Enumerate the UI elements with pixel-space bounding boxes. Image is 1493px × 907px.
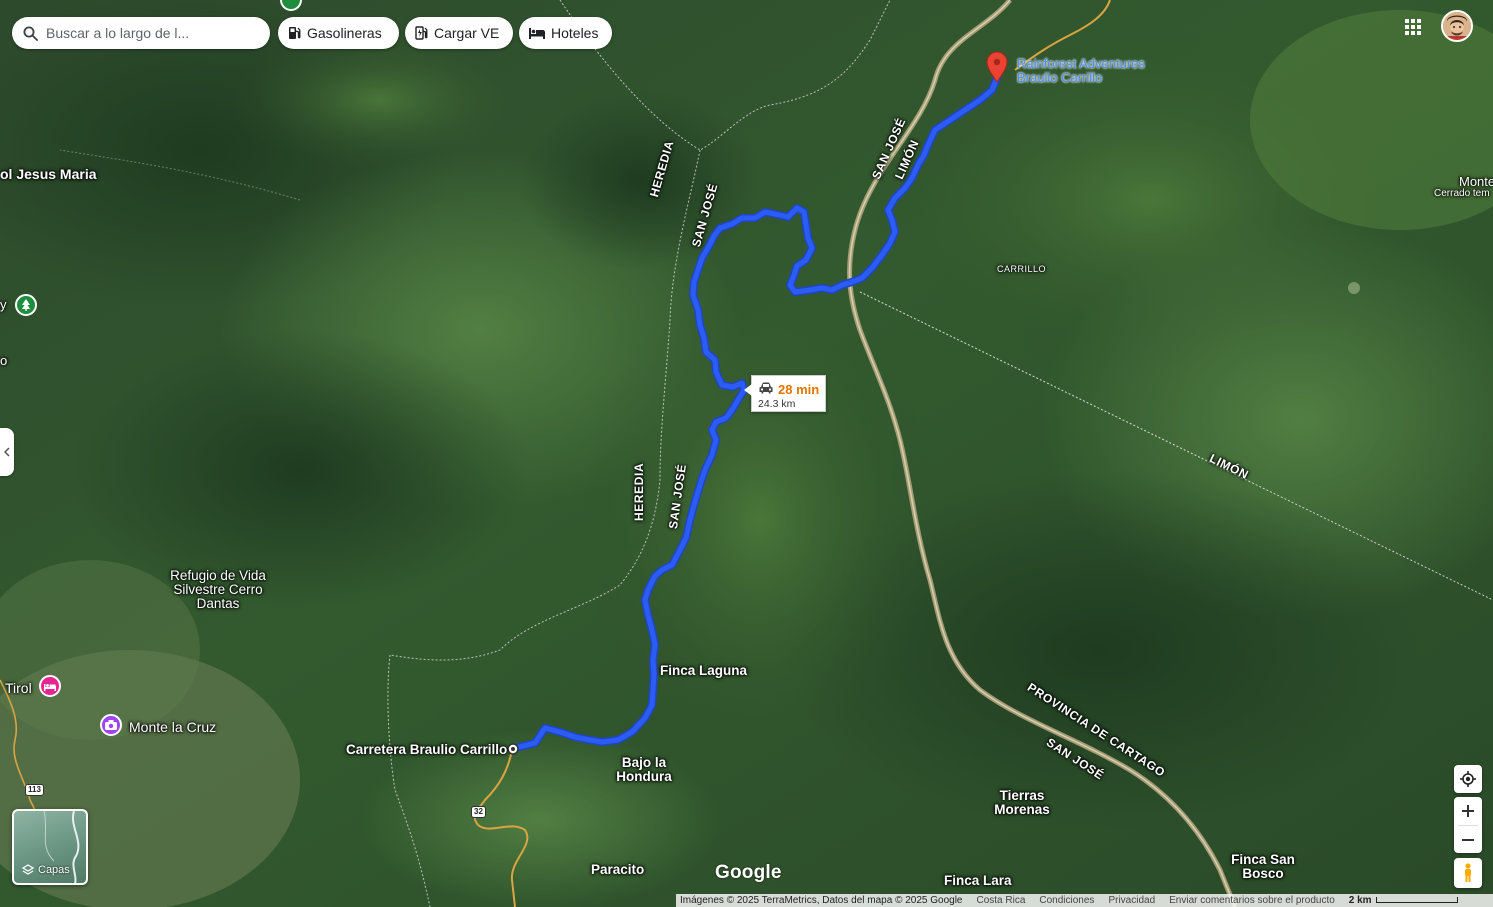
place-label-finca-lara: Finca Lara <box>944 873 1012 888</box>
route-duration-card[interactable]: 28 min 24.3 km <box>744 375 826 412</box>
layers-label: Capas <box>38 864 70 876</box>
feedback-link[interactable]: Enviar comentarios sobre el producto <box>1162 895 1342 906</box>
plus-icon <box>1462 805 1474 817</box>
attribution-bar: Imágenes © 2025 TerraMetrics, Datos del … <box>676 894 1493 907</box>
zoom-out-button[interactable] <box>1454 826 1482 854</box>
map-canvas[interactable] <box>0 0 1493 907</box>
chevron-left-icon <box>4 447 10 457</box>
chip-hotels[interactable]: Hoteles <box>519 17 612 49</box>
place-label-refugio: Refugio de Vida Silvestre Cerro Dantas <box>170 568 266 612</box>
zoom-controls <box>1454 797 1482 853</box>
country-link[interactable]: Costa Rica <box>969 895 1032 906</box>
place-label-tirol: Tirol <box>5 680 32 696</box>
admin-label-heredia-mid: HEREDIA <box>632 462 646 521</box>
hotel-icon[interactable] <box>39 675 61 697</box>
pegman-button[interactable] <box>1454 858 1482 888</box>
scale-bar <box>1375 897 1458 904</box>
place-label-bajo-la-hondura: Bajo la Hondura <box>616 755 672 785</box>
car-icon <box>759 382 773 394</box>
search-input[interactable] <box>44 24 248 42</box>
place-label-carrillo: CARRILLO <box>997 264 1047 274</box>
chip-ev-label: Cargar VE <box>434 25 500 41</box>
side-panel-toggle[interactable] <box>0 428 14 476</box>
google-logo: Google <box>715 862 782 883</box>
place-label-y: y <box>0 297 7 312</box>
pegman-icon <box>1465 863 1471 882</box>
search-along-route-box[interactable] <box>12 17 270 49</box>
privacy-link[interactable]: Privacidad <box>1101 895 1162 906</box>
ev-charger-icon <box>415 26 428 40</box>
layers-button[interactable]: Capas <box>12 809 88 885</box>
route-card-pointer <box>744 384 752 396</box>
road-shield-113: 113 <box>25 784 44 796</box>
chip-gas-stations[interactable]: Gasolineras <box>278 17 399 49</box>
minus-icon <box>1462 839 1474 841</box>
place-label-paracito: Paracito <box>591 862 645 877</box>
destination-label[interactable]: Rainforest Adventures Braulio Carrillo <box>1017 57 1167 84</box>
place-label-cerrado: Cerrado tem <box>1434 188 1490 199</box>
place-label-finca-san-bosco: Finca San Bosco <box>1231 852 1295 882</box>
place-label-finca-laguna: Finca Laguna <box>660 663 748 678</box>
my-location-icon <box>1460 771 1476 787</box>
terms-link[interactable]: Condiciones <box>1032 895 1101 906</box>
scale-indicator[interactable]: 2 km <box>1342 895 1458 906</box>
zoom-in-button[interactable] <box>1454 797 1482 825</box>
place-label-monte-la-cruz: Monte la Cruz <box>129 719 217 735</box>
avatar[interactable] <box>1441 10 1473 42</box>
layers-label-row: Capas <box>22 864 70 876</box>
my-location-button[interactable] <box>1454 765 1482 793</box>
park-icon[interactable] <box>15 294 37 316</box>
road-shield-32: 32 <box>471 806 486 818</box>
attraction-camera-icon[interactable] <box>100 714 122 736</box>
chip-hotels-label: Hoteles <box>551 25 599 41</box>
origin-label: Carretera Braulio Carrillo <box>346 742 508 757</box>
search-icon <box>23 26 38 41</box>
gas-station-icon <box>289 27 301 39</box>
place-label-jesus-maria: ol Jesus Maria <box>0 166 97 182</box>
chip-ev-charging[interactable]: Cargar VE <box>405 17 513 49</box>
bed-icon <box>529 28 545 39</box>
place-label-monte: Monte <box>1459 174 1493 189</box>
imagery-attribution: Imágenes © 2025 TerraMetrics, Datos del … <box>680 895 963 906</box>
chip-gas-label: Gasolineras <box>307 25 382 41</box>
scale-label: 2 km <box>1348 895 1372 906</box>
place-label-o: o <box>0 353 8 368</box>
apps-grid-icon[interactable] <box>1402 16 1424 38</box>
route-duration: 28 min <box>778 382 820 397</box>
route-distance: 24.3 km <box>758 398 796 410</box>
place-label-tierras-morenas: Tierras Morenas <box>994 788 1050 818</box>
layers-icon <box>22 864 34 875</box>
